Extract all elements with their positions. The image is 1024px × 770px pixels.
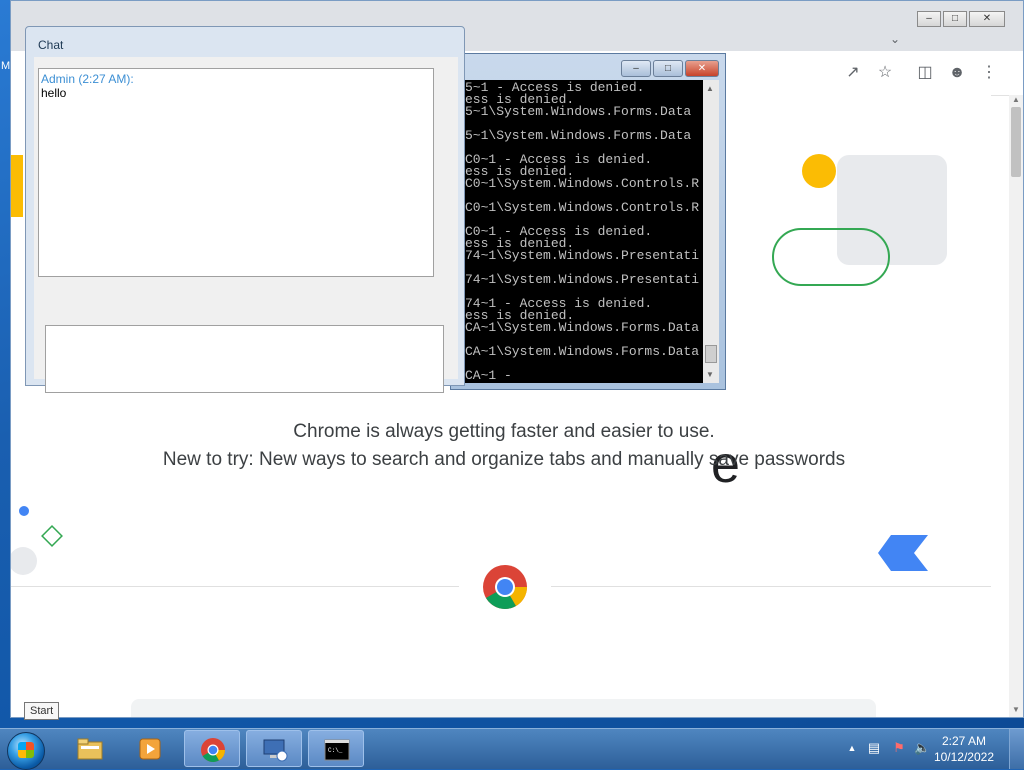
remote-desktop-icon [263, 739, 288, 762]
scroll-up-icon[interactable]: ▲ [1011, 95, 1021, 105]
folder-icon [77, 738, 103, 760]
chat-input[interactable] [45, 325, 444, 393]
taskbar-media-player[interactable] [122, 730, 178, 767]
taskbar-chrome[interactable] [184, 730, 240, 767]
show-desktop-button[interactable] [1009, 729, 1024, 769]
clock[interactable]: 2:27 AM 10/12/2022 [934, 733, 994, 765]
chat-log: Admin (2:27 AM): hello [38, 68, 434, 277]
profile-icon[interactable]: ☻ [947, 63, 967, 83]
console-scroll-thumb[interactable] [705, 345, 717, 363]
volume-icon[interactable]: 🔈 [914, 740, 930, 756]
page-scrollbar[interactable]: ▲ ▼ [1009, 95, 1023, 717]
windows-logo-icon [18, 742, 34, 758]
chrome-logo-icon [483, 565, 527, 609]
chat-title: Chat [38, 38, 64, 52]
console-scroll-down-icon[interactable]: ▼ [706, 370, 714, 379]
console-text: 5~1 - Access is denied. ess is denied. 5… [465, 80, 700, 383]
share-icon[interactable]: ↗ [843, 63, 863, 83]
close-button[interactable]: ✕ [969, 11, 1005, 27]
clock-time: 2:27 AM [941, 734, 986, 748]
command-prompt-window: – □ ✕ 5~1 - Access is denied. ess is den… [450, 53, 726, 390]
console-close-button[interactable]: ✕ [685, 60, 719, 77]
taskbar-file-explorer[interactable] [62, 730, 118, 767]
network-icon[interactable]: ▤ [866, 740, 882, 756]
chat-message-text: hello [41, 86, 67, 100]
command-prompt-icon: C:\_ [324, 739, 350, 761]
taskbar-remote-desktop[interactable] [246, 730, 302, 767]
taskbar-command-prompt[interactable]: C:\_ [308, 730, 364, 767]
console-maximize-button[interactable]: □ [653, 60, 683, 77]
scroll-thumb[interactable] [1011, 107, 1021, 177]
chrome-icon [201, 738, 225, 763]
promo-line-2: New to try: New ways to search and organ… [162, 449, 846, 470]
tab-search-chevron-icon[interactable]: ⌄ [885, 29, 905, 49]
taskbar: C:\_ ▲ ▤ ⚑ 🔈 2:27 AM 10/12/2022 [0, 728, 1024, 770]
desktop-edge-label: M [1, 60, 11, 72]
side-panel-icon[interactable]: ◫ [915, 63, 935, 83]
bookmark-star-icon[interactable]: ☆ [875, 63, 895, 83]
bottom-card [131, 699, 876, 717]
action-center-flag-icon[interactable]: ⚑ [891, 740, 907, 756]
console-minimize-button[interactable]: – [621, 60, 651, 77]
console-output: 5~1 - Access is denied. ess is denied. 5… [455, 80, 703, 383]
media-player-icon [139, 738, 161, 760]
start-tooltip: Start [24, 702, 60, 720]
start-button[interactable] [7, 732, 45, 770]
promo-line-1: Chrome is always getting faster and easi… [293, 421, 715, 442]
divider-left [11, 586, 459, 587]
maximize-button[interactable]: □ [943, 11, 967, 27]
divider-right [551, 586, 991, 587]
clock-date: 10/12/2022 [933, 750, 994, 764]
scroll-down-icon[interactable]: ▼ [1011, 705, 1021, 715]
console-scroll-up-icon[interactable]: ▲ [706, 84, 714, 93]
menu-kebab-icon[interactable]: ⋮ [979, 63, 999, 83]
chat-window: Chat Admin (2:27 AM): hello [25, 26, 465, 393]
tray-show-hidden-icon[interactable]: ▲ [844, 740, 860, 756]
console-scrollbar[interactable]: ▲ ▼ [703, 80, 719, 383]
minimize-button[interactable]: – [917, 11, 941, 27]
svg-text:C:\_: C:\_ [328, 747, 343, 754]
chat-message-sender: Admin (2:27 AM): [41, 72, 134, 86]
